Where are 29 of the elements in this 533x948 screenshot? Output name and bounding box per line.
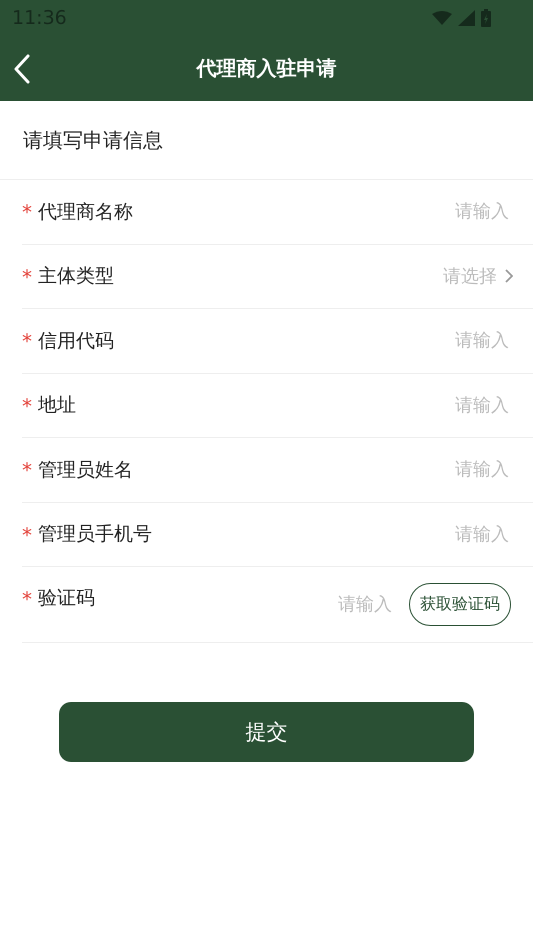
field-label: 主体类型 — [38, 264, 114, 290]
field-label: 地址 — [38, 393, 76, 418]
submit-button[interactable]: 提交 — [59, 702, 474, 762]
required-mark: * — [22, 522, 32, 546]
required-mark: * — [22, 200, 32, 224]
field-label: 代理商名称 — [38, 200, 133, 225]
input-field[interactable]: 请输入 — [95, 593, 394, 616]
field-label: 管理员姓名 — [38, 458, 133, 483]
input-field[interactable]: 请输入 — [152, 522, 511, 546]
back-icon[interactable] — [14, 54, 30, 84]
input-field[interactable]: 请输入 — [76, 394, 511, 417]
field-label: 信用代码 — [38, 328, 114, 354]
chevron-right-icon — [505, 269, 513, 284]
battery-icon — [481, 9, 491, 27]
get-code-button[interactable]: 获取验证码 — [409, 583, 511, 626]
wifi-icon — [432, 11, 452, 25]
field-label: 验证码 — [38, 586, 95, 611]
required-mark: * — [22, 458, 32, 482]
field-label: 管理员手机号 — [38, 522, 152, 548]
input-field[interactable]: 请输入 — [133, 200, 511, 224]
page-title: 代理商入驻申请 — [196, 55, 336, 82]
section-title: 请填写申请信息 — [0, 101, 533, 180]
required-mark: * — [22, 329, 32, 353]
input-field[interactable]: 请输入 — [133, 458, 511, 482]
input-field[interactable]: 请输入 — [114, 329, 511, 352]
required-mark: * — [22, 587, 32, 611]
signal-icon — [458, 10, 475, 26]
required-mark: * — [22, 394, 32, 418]
required-mark: * — [22, 264, 32, 288]
